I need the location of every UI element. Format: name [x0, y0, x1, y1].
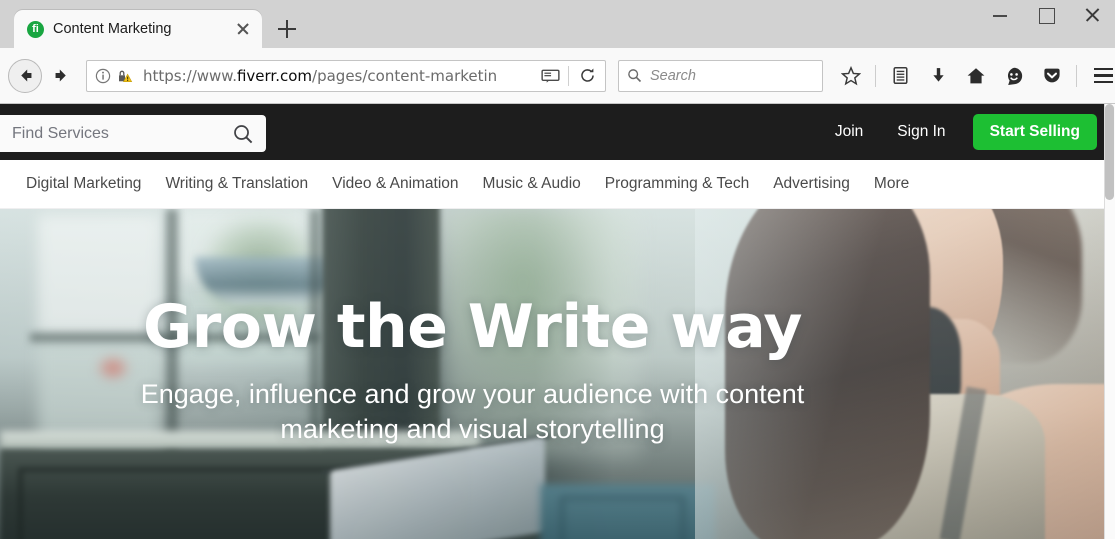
close-window-button[interactable] — [1069, 0, 1115, 30]
nav-item-music-audio[interactable]: Music & Audio — [471, 175, 593, 193]
info-icon[interactable] — [95, 68, 111, 84]
toolbar-divider — [875, 64, 876, 87]
sign-in-link[interactable]: Sign In — [880, 123, 962, 141]
minimize-button[interactable] — [977, 0, 1023, 30]
header-actions: Join Sign In Start Selling — [818, 104, 1097, 160]
url-scheme: https://www. — [143, 66, 237, 85]
search-icon[interactable] — [232, 123, 254, 145]
forward-button[interactable] — [44, 59, 78, 93]
new-tab-button[interactable] — [270, 12, 304, 46]
start-selling-button[interactable]: Start Selling — [972, 114, 1097, 150]
nav-item-digital-marketing[interactable]: Digital Marketing — [14, 175, 153, 193]
search-icon — [628, 69, 642, 83]
back-button[interactable] — [8, 58, 42, 93]
maximize-button[interactable] — [1023, 0, 1069, 30]
home-icon[interactable] — [958, 59, 994, 93]
url-bar[interactable]: https://www.fiverr.com/pages/content-mar… — [86, 59, 606, 92]
nav-item-advertising[interactable]: Advertising — [761, 175, 862, 193]
nav-item-writing-translation[interactable]: Writing & Translation — [153, 175, 320, 193]
tab-close-icon[interactable] — [234, 20, 252, 38]
reload-button[interactable] — [573, 63, 601, 89]
nav-item-video-animation[interactable]: Video & Animation — [320, 175, 470, 193]
back-arrow-icon — [20, 69, 31, 82]
hero-text-block: Grow the Write way Engage, influence and… — [0, 209, 945, 539]
url-path: /pages/content-marketin — [312, 66, 498, 85]
browser-tab[interactable]: fi Content Marketing — [14, 10, 262, 48]
category-nav: Digital Marketing Writing & Translation … — [0, 160, 1115, 209]
url-divider — [568, 65, 569, 86]
lock-warning-icon[interactable] — [116, 68, 133, 84]
toolbar-divider-2 — [1076, 64, 1077, 87]
library-icon[interactable] — [882, 59, 918, 93]
browser-search-bar[interactable]: Search — [618, 59, 823, 92]
hamburger-menu-icon[interactable] — [1085, 59, 1115, 93]
find-services-placeholder: Find Services — [12, 124, 109, 142]
page-scrollbar-thumb[interactable] — [1105, 104, 1114, 200]
browser-window: fi Content Marketing https://www.fiverr.… — [0, 0, 1115, 539]
downloads-icon[interactable] — [920, 59, 956, 93]
url-host: fiverr.com — [236, 66, 313, 85]
feedback-smiley-icon[interactable] — [996, 59, 1032, 93]
title-bar: fi Content Marketing — [0, 0, 1115, 48]
page-scrollbar[interactable] — [1104, 104, 1115, 539]
bookmark-star-icon[interactable] — [833, 59, 869, 93]
fiverr-favicon-icon: fi — [27, 20, 44, 38]
hero-banner: Grow the Write way Engage, influence and… — [0, 209, 1115, 539]
browser-toolbar: https://www.fiverr.com/pages/content-mar… — [0, 48, 1115, 104]
page-viewport: Find Services Join Sign In Start Selling… — [0, 104, 1115, 539]
nav-item-more[interactable]: More — [862, 175, 921, 193]
tab-strip: fi Content Marketing — [0, 0, 304, 48]
nav-item-programming-tech[interactable]: Programming & Tech — [593, 175, 761, 193]
browser-search-placeholder: Search — [650, 67, 696, 84]
pocket-icon[interactable] — [1034, 59, 1070, 93]
forward-arrow-icon — [55, 69, 66, 82]
find-services-search-input[interactable]: Find Services — [0, 115, 266, 152]
window-controls — [977, 0, 1115, 30]
hero-title: Grow the Write way — [142, 292, 803, 362]
site-identity[interactable] — [91, 68, 139, 84]
tab-title: Content Marketing — [53, 21, 172, 37]
reader-view-icon[interactable] — [536, 63, 564, 89]
url-text[interactable]: https://www.fiverr.com/pages/content-mar… — [143, 67, 532, 85]
toolbar-icon-group — [833, 59, 1115, 93]
join-link[interactable]: Join — [818, 123, 880, 141]
site-header: Find Services Join Sign In Start Selling — [0, 104, 1115, 160]
hero-subtitle: Engage, influence and grow your audience… — [140, 379, 805, 444]
